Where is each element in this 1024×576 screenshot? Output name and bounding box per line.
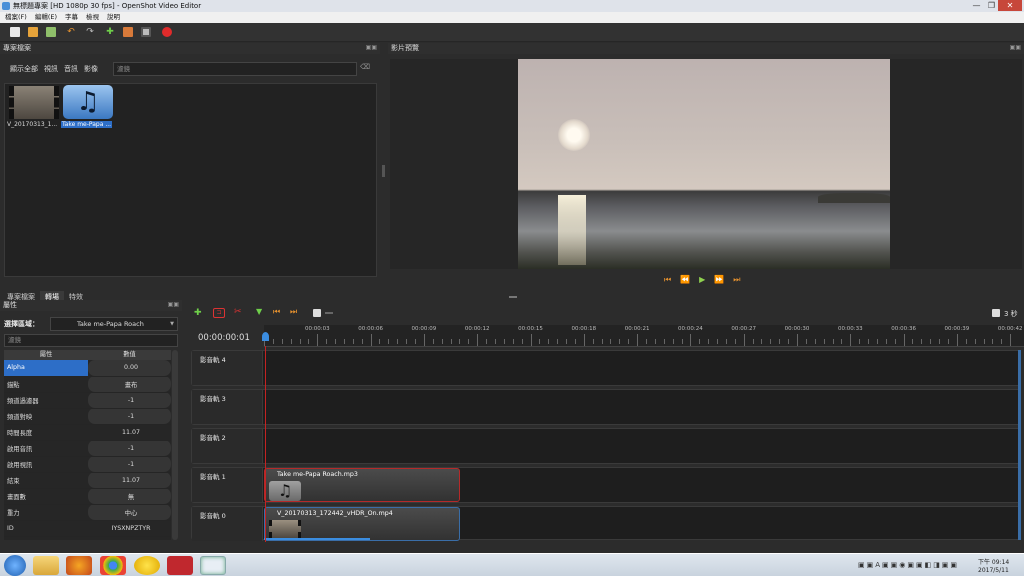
music-note-icon: ♫ [269, 481, 301, 501]
media-player-icon[interactable] [134, 556, 160, 575]
video-preview-panel: 影片預覽 ▣▣ ⏮⏪▶⏩⏭ [388, 43, 1024, 291]
choose-profile-icon[interactable] [123, 27, 133, 37]
clip-progress-bar [264, 538, 370, 540]
rewind-icon[interactable]: ⏪ [680, 275, 699, 284]
minimize-button[interactable]: — [970, 0, 983, 11]
track-label: 影音軌 1 [200, 473, 226, 481]
track-header: 影音軌 1 [192, 468, 263, 502]
video-clip[interactable]: V_20170313_172442_vHDR_On.mp4 [264, 507, 460, 541]
dock-float-close-icon[interactable]: ▣▣ [1010, 44, 1021, 51]
track-label: 影音軌 3 [200, 395, 226, 403]
clock-date: 2017/5/11 [978, 567, 1009, 574]
splitter-handle[interactable] [509, 296, 517, 298]
audio-clip[interactable]: Take me-Papa Roach.mp3 ♫ [264, 468, 460, 502]
track-header: 影音軌 3 [192, 390, 263, 424]
play-icon[interactable]: ▶ [699, 275, 714, 284]
project-files-title: 專案檔案 [0, 43, 380, 54]
menu-file[interactable]: 檔案(F) [5, 12, 27, 23]
clear-filter-icon[interactable]: ⌫ [360, 63, 370, 71]
sun-reflection [558, 195, 586, 265]
menu-edit[interactable]: 編輯(E) [35, 12, 57, 23]
track-label: 影音軌 2 [200, 434, 226, 442]
fast-forward-icon[interactable]: ⏩ [714, 275, 733, 284]
close-button[interactable]: ✕ [998, 0, 1022, 11]
new-project-icon[interactable] [10, 27, 20, 37]
openshot-app-icon [2, 2, 10, 10]
jump-end-icon[interactable]: ⏭ [733, 275, 749, 284]
window-titlebar: 無標題專案 [HD 1080p 30 fps] - OpenShot Video… [0, 0, 1024, 12]
video-app-icon[interactable] [167, 556, 193, 575]
jump-start-icon[interactable]: ⏮ [664, 275, 680, 284]
file-filter-tabs: 顯示全部 視訊 音訊 影像 [10, 64, 98, 74]
track-label: 影音軌 0 [200, 512, 226, 520]
music-note-icon: ♫ [63, 85, 113, 119]
file-item-audio[interactable]: ♫ Take me-Papa ... [61, 84, 117, 128]
windows-taskbar: ▣▣A▣▣◉▣▣◧◨▣▣ 下午 09:14 2017/5/11 [0, 553, 1024, 576]
import-files-icon[interactable]: ✚ [105, 27, 115, 37]
file-item-video[interactable]: V_20170313_1... [7, 84, 61, 128]
file-filter-input[interactable]: 濾鏡 [113, 62, 357, 76]
firefox-icon[interactable] [66, 556, 92, 575]
menu-bar: 檔案(F) 編輯(E) 字幕 檢視 說明 [0, 12, 1024, 23]
track-header: 影音軌 2 [192, 429, 263, 463]
preview-canvas [390, 59, 1022, 269]
clip-title: Take me-Papa Roach.mp3 [277, 471, 358, 478]
track-0[interactable]: 影音軌 0 V_20170313_172442_vHDR_On.mp4 [191, 506, 1021, 541]
timeline-panel: ✚ ⊐ ✂ ▼ ⏮ ⏭ 3 秒 00:00:00:01 00:00:03 00:0… [186, 296, 1024, 552]
export-video-icon[interactable] [162, 27, 172, 37]
clock-time: 下午 09:14 [978, 559, 1010, 566]
sunset-video-frame [518, 59, 890, 269]
video-thumbnail [269, 520, 301, 538]
save-project-icon[interactable] [46, 27, 56, 37]
track-header: 影音軌 0 [192, 507, 263, 541]
clip-title: V_20170313_172442_vHDR_On.mp4 [277, 510, 393, 517]
window-title: 無標題專案 [HD 1080p 30 fps] - OpenShot Video… [13, 2, 202, 10]
fullscreen-icon[interactable] [141, 27, 151, 37]
maximize-button[interactable]: ❐ [985, 0, 998, 11]
menu-title[interactable]: 字幕 [65, 12, 78, 23]
dock-float-close-icon[interactable]: ▣▣ [366, 44, 377, 51]
undo-icon[interactable]: ↶ [66, 27, 76, 37]
track-3[interactable]: 影音軌 3 [191, 389, 1021, 425]
chrome-icon[interactable] [100, 556, 126, 575]
track-header: 影音軌 4 [192, 351, 263, 385]
file-name: V_20170313_1... [7, 121, 58, 128]
filter-video[interactable]: 視訊 [44, 64, 58, 74]
sun [558, 119, 590, 151]
distant-island [818, 193, 890, 203]
track-4[interactable]: 影音軌 4 [191, 350, 1021, 386]
preview-title: 影片預覽 [388, 43, 1024, 54]
splitter-handle[interactable] [382, 165, 385, 177]
filter-audio[interactable]: 音訊 [64, 64, 78, 74]
open-project-icon[interactable] [28, 27, 38, 37]
redo-icon[interactable]: ↷ [85, 27, 95, 37]
track-label: 影音軌 4 [200, 356, 226, 364]
track-2[interactable]: 影音軌 2 [191, 428, 1021, 464]
project-files-panel: 專案檔案 ▣▣ 顯示全部 視訊 音訊 影像 濾鏡 ⌫ V_20170313_1.… [0, 43, 380, 303]
start-button[interactable] [4, 555, 26, 576]
filter-show-all[interactable]: 顯示全部 [10, 64, 38, 74]
tracks-container: 影音軌 4 影音軌 3 影音軌 2 影音軌 1 Take me-Papa Roa… [0, 300, 1024, 552]
playhead-line [265, 346, 266, 542]
main-toolbar: ↶ ↷ ✚ [0, 23, 1024, 42]
file-list: V_20170313_1... ♫ Take me-Papa ... [4, 83, 377, 277]
timeline-scrollbar[interactable] [1018, 350, 1021, 540]
track-1[interactable]: 影音軌 1 Take me-Papa Roach.mp3 ♫ [191, 467, 1021, 503]
file-explorer-icon[interactable] [33, 556, 59, 575]
menu-view[interactable]: 檢視 [86, 12, 99, 23]
playback-controls: ⏮⏪▶⏩⏭ [664, 275, 750, 285]
openshot-taskbar-icon[interactable] [200, 556, 226, 575]
video-thumbnail [9, 86, 59, 119]
system-tray-icons[interactable]: ▣▣A▣▣◉▣▣◧◨▣▣ [858, 561, 959, 569]
file-name: Take me-Papa ... [61, 121, 113, 128]
filter-image[interactable]: 影像 [84, 64, 98, 74]
menu-help[interactable]: 說明 [107, 12, 120, 23]
